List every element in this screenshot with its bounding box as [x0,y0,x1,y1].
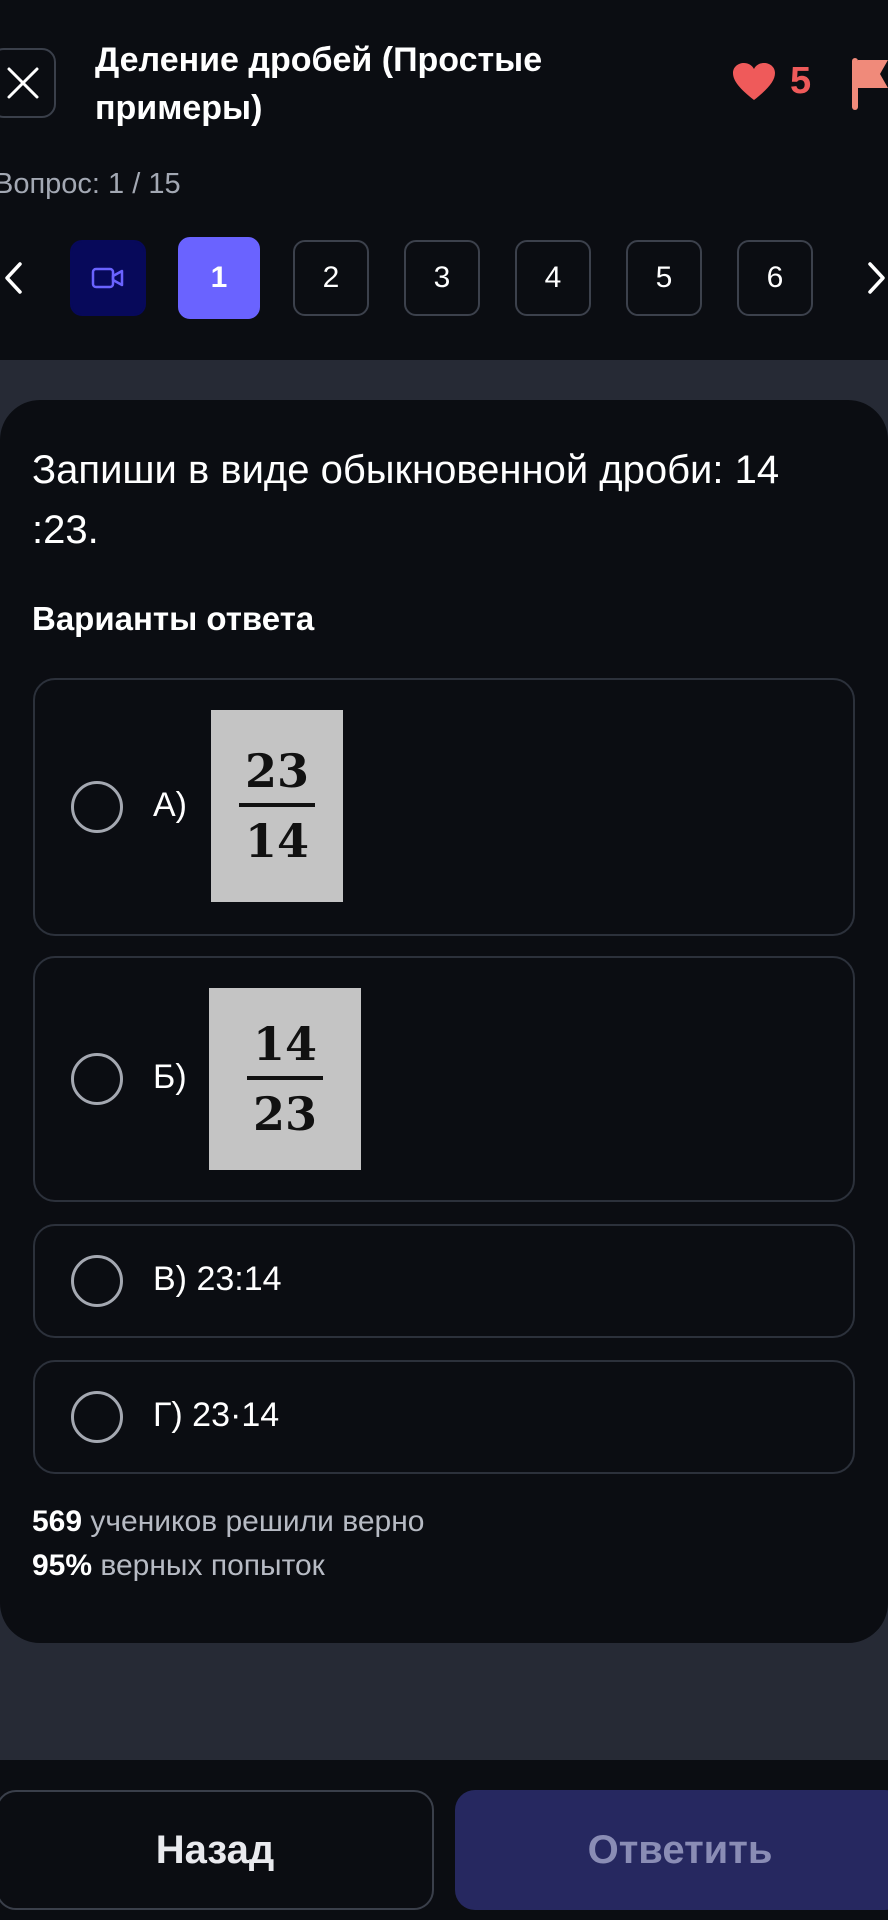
answers-heading: Варианты ответа [32,600,315,637]
answer-option-b[interactable]: Б) 14 23 [33,956,855,1202]
question-nav-item-6[interactable]: 6 [737,240,813,316]
option-label: Г) 23·14 [153,1396,280,1434]
fraction-image: 14 23 [209,988,361,1170]
fraction-denominator: 23 [252,1087,317,1141]
question-nav-item-5[interactable]: 5 [626,240,702,316]
fraction-denominator: 14 [244,814,309,868]
answer-option-g[interactable]: Г) 23·14 [33,1360,855,1474]
radio-button[interactable] [71,1391,123,1443]
solved-count: 569 [32,1505,83,1538]
question-text: Запиши в виде обыкновенной дроби: 14 :23… [32,448,780,552]
quiz-screen: Деление дробей (Простые примеры) 5 Вопро… [0,0,888,1920]
submit-answer-button[interactable]: Ответить [455,1790,888,1910]
page-title: Деление дробей (Простые примеры) [95,41,543,127]
lives-count: 5 [790,60,812,102]
question-nav-item-4[interactable]: 4 [515,240,591,316]
lives-indicator: 5 [732,60,811,103]
radio-button[interactable] [71,1255,123,1307]
question-nav-item-1[interactable]: 1 [178,237,260,319]
percent-text: верных попыток [100,1549,325,1582]
fraction-bar [239,803,315,807]
fraction-bar [247,1076,323,1080]
question-nav-item-2[interactable]: 2 [293,240,369,316]
report-flag-button[interactable] [850,56,888,117]
question-counter: Вопрос: 1 / 15 [0,168,181,200]
heart-icon [733,62,775,100]
chevron-left-icon [5,262,22,294]
question-nav-item-3[interactable]: 3 [404,240,480,316]
nav-next-button[interactable] [862,256,888,300]
radio-button[interactable] [71,781,123,833]
video-camera-icon [91,267,124,289]
fraction-numerator: 14 [252,1017,317,1071]
fraction-numerator: 23 [244,744,309,798]
header: Деление дробей (Простые примеры) 5 Вопро… [0,0,888,360]
nav-prev-button[interactable] [0,256,28,300]
option-label: В) 23:14 [153,1260,282,1298]
chevron-right-icon [868,262,885,294]
option-label: Б) [153,1058,187,1096]
question-stats: 569 учеников решили верно 95% верных поп… [32,1500,424,1588]
question-card: Запиши в виде обыкновенной дроби: 14 :23… [0,400,888,1643]
radio-button[interactable] [71,1053,123,1105]
fraction-image: 23 14 [211,710,343,902]
answer-option-v[interactable]: В) 23:14 [33,1224,855,1338]
question-nav: 1 2 3 4 5 6 [0,236,888,320]
footer: Назад Ответить [0,1760,888,1920]
close-icon [7,67,39,99]
solved-text: учеников решили верно [90,1505,425,1538]
flag-icon [852,58,888,110]
video-lesson-button[interactable] [70,240,146,316]
answer-option-a[interactable]: А) 23 14 [33,678,855,936]
stats-percent: 95% верных попыток [32,1544,424,1588]
stats-solved: 569 учеников решили верно [32,1500,424,1544]
back-button[interactable]: Назад [0,1790,434,1910]
correct-percent: 95% [32,1549,93,1582]
close-button[interactable] [0,48,56,118]
option-label: А) [153,786,187,824]
